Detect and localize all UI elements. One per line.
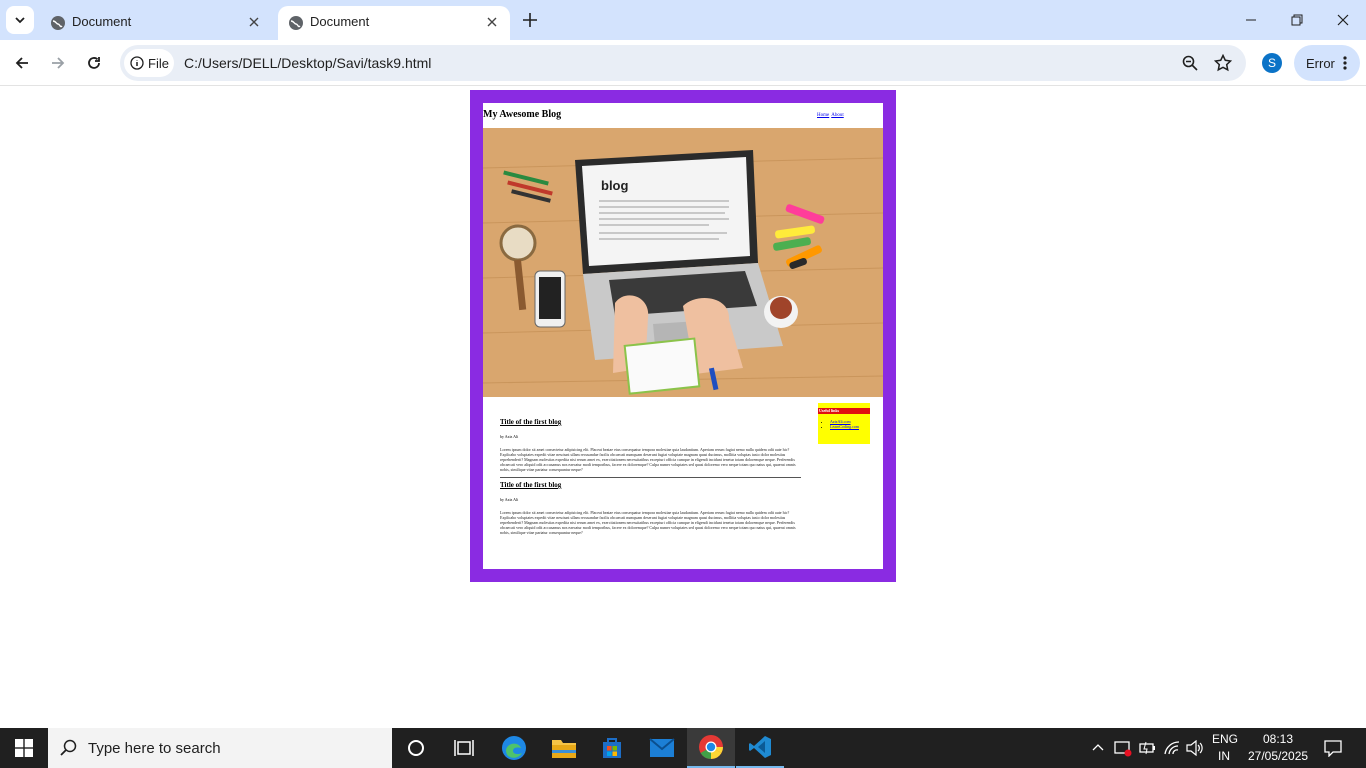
store-icon: [603, 738, 621, 758]
folder-icon: [552, 740, 576, 758]
lang-top[interactable]: ENG: [1212, 732, 1238, 746]
start-button[interactable]: [0, 728, 48, 768]
task-view-button[interactable]: [440, 728, 488, 768]
taskbar-file-explorer[interactable]: [540, 728, 588, 768]
nav-link-about[interactable]: About: [831, 113, 844, 118]
globe-icon: [51, 16, 65, 30]
chevron-down-icon: [15, 17, 25, 24]
search-placeholder: Type here to search: [88, 739, 221, 757]
tab-strip: Document Document: [0, 0, 1366, 40]
battery-icon[interactable]: [1139, 741, 1157, 755]
globe-icon: [289, 16, 303, 30]
windows-logo-icon: [15, 739, 33, 757]
windows-taskbar: Type here to search ENG IN 08:13 27/05/2…: [0, 728, 1366, 768]
sidebar-link[interactable]: LearnCoding.com: [830, 424, 859, 429]
cortana-icon: [408, 740, 424, 756]
tab-document-1[interactable]: Document: [40, 6, 272, 40]
blog-post: Title of the first blog by Aziz Ali Lore…: [500, 481, 801, 535]
profile-avatar[interactable]: S: [1262, 53, 1282, 73]
forward-button[interactable]: [46, 51, 70, 75]
search-icon: [60, 739, 77, 756]
close-icon[interactable]: [482, 12, 502, 32]
task-view-icon: [454, 740, 474, 756]
close-window-button[interactable]: [1320, 0, 1366, 40]
tab-search-button[interactable]: [6, 6, 34, 34]
zoom-icon[interactable]: [1182, 55, 1198, 71]
reload-button[interactable]: [82, 51, 106, 75]
taskbar-edge[interactable]: [490, 728, 538, 768]
clock-time[interactable]: 08:13: [1263, 732, 1293, 746]
post-byline: by Aziz Ali: [500, 497, 519, 502]
security-alert-icon[interactable]: [1114, 739, 1132, 757]
url-text: C:/Users/DELL/Desktop/Savi/task9.html: [184, 55, 432, 71]
hero-screen-text: blog: [601, 178, 628, 193]
minimize-button[interactable]: [1228, 0, 1274, 40]
edge-icon: [502, 736, 526, 760]
mail-icon: [649, 738, 675, 757]
bookmark-star-icon[interactable]: [1214, 54, 1232, 72]
address-bar[interactable]: File C:/Users/DELL/Desktop/Savi/task9.ht…: [120, 45, 1246, 81]
plus-icon[interactable]: [520, 10, 540, 30]
sidebar-heading: Useful links: [818, 408, 870, 414]
vscode-icon: [749, 736, 771, 758]
site-info-chip[interactable]: File: [124, 49, 174, 77]
post-title[interactable]: Title of the first blog: [500, 418, 801, 426]
info-icon: [130, 56, 144, 70]
wifi-icon[interactable]: [1163, 740, 1181, 756]
nav-link-home[interactable]: Home: [817, 113, 829, 118]
taskbar-chrome[interactable]: [687, 728, 735, 768]
hero-image: blog: [483, 128, 883, 397]
chevron-up-icon[interactable]: [1092, 742, 1104, 754]
close-icon[interactable]: [244, 12, 264, 32]
tab-document-2[interactable]: Document: [278, 6, 510, 40]
browser-toolbar: File C:/Users/DELL/Desktop/Savi/task9.ht…: [0, 40, 1366, 86]
sidebar-link-list: AzizAli.com LearnCoding.com: [830, 419, 870, 429]
blog-post: Title of the first blog by Aziz Ali Lore…: [500, 418, 801, 478]
taskbar-search-box[interactable]: Type here to search: [48, 728, 392, 768]
clock-date[interactable]: 27/05/2025: [1248, 749, 1308, 763]
post-body: Lorem ipsum dolor sit amet consectetur a…: [500, 447, 796, 472]
tab-title: Document: [72, 14, 132, 29]
volume-icon[interactable]: [1186, 740, 1204, 756]
cortana-button[interactable]: [392, 728, 440, 768]
post-body: Lorem ipsum dolor sit amet consectetur a…: [500, 510, 796, 535]
taskbar-store[interactable]: [588, 728, 636, 768]
error-label: Error: [1306, 55, 1335, 71]
blog-page-border: My Awesome Blog Home About blog Title of…: [470, 90, 896, 582]
chrome-icon: [699, 735, 723, 759]
lang-bottom[interactable]: IN: [1218, 749, 1230, 763]
post-title[interactable]: Title of the first blog: [500, 481, 801, 489]
back-button[interactable]: [10, 51, 34, 75]
nav-links: Home About: [817, 113, 846, 118]
taskbar-mail[interactable]: [638, 728, 686, 768]
more-vert-icon: [1343, 56, 1347, 70]
useful-links-sidebar: Useful links AzizAli.com LearnCoding.com: [818, 403, 870, 444]
taskbar-vscode[interactable]: [736, 728, 784, 768]
blog-title: My Awesome Blog: [483, 109, 562, 120]
error-button[interactable]: Error: [1294, 45, 1360, 81]
post-byline: by Aziz Ali: [500, 434, 519, 439]
post-divider: [500, 477, 801, 478]
scheme-label: File: [148, 55, 169, 71]
posts-column: Title of the first blog by Aziz Ali Lore…: [500, 415, 801, 535]
notification-icon[interactable]: [1324, 739, 1342, 757]
blog-container: My Awesome Blog Home About blog Title of…: [483, 103, 883, 569]
restore-button[interactable]: [1274, 0, 1320, 40]
tab-title: Document: [310, 14, 370, 29]
